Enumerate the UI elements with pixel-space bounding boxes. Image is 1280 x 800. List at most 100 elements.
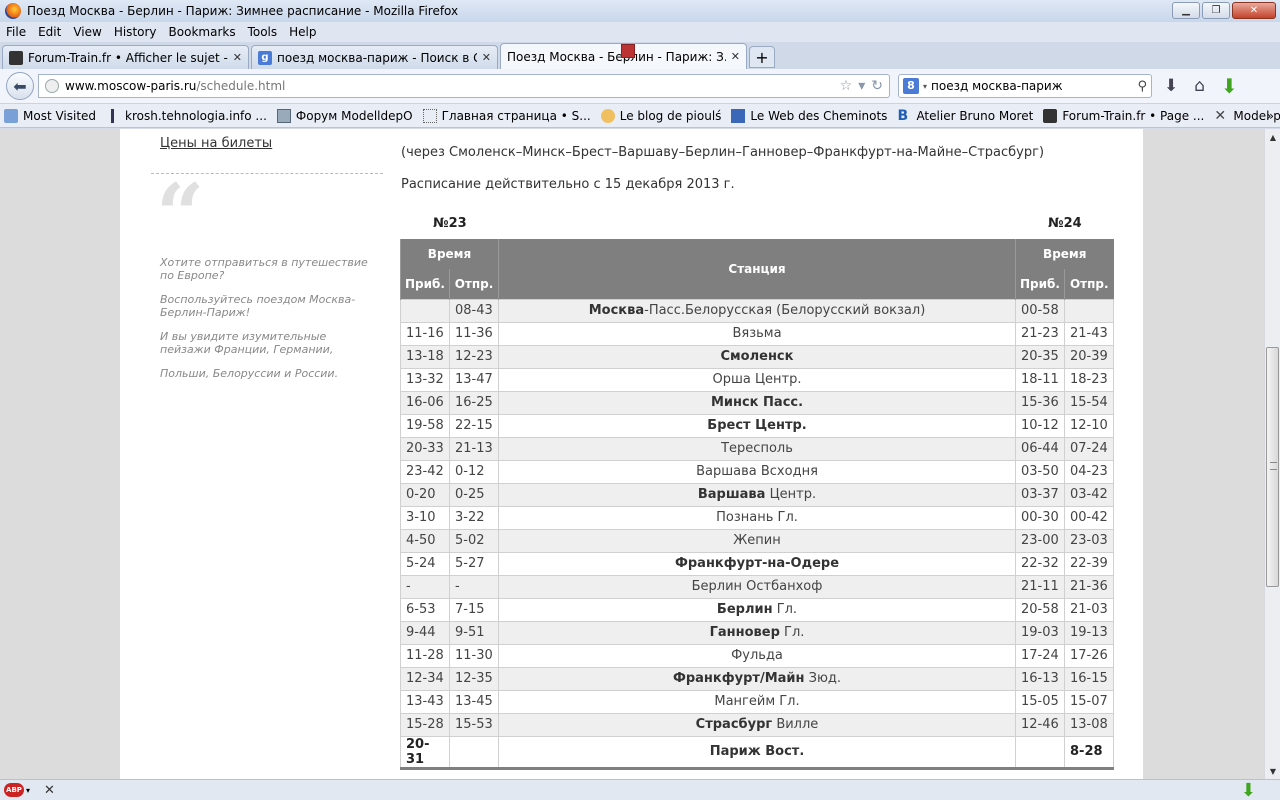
departure-23-cell: 15-53 bbox=[449, 712, 499, 737]
vertical-scrollbar[interactable]: ▲ ▼ bbox=[1264, 129, 1280, 779]
url-text[interactable]: www.moscow-paris.ru/schedule.html bbox=[65, 79, 834, 93]
scroll-up-icon[interactable]: ▲ bbox=[1265, 129, 1280, 145]
tab-close-icon[interactable]: ✕ bbox=[233, 51, 242, 64]
page-viewport: Цены на билеты “ Хотите отправиться в пу… bbox=[0, 129, 1264, 779]
minimize-button[interactable]: ▁ bbox=[1172, 2, 1200, 19]
ticket-prices-link[interactable]: Цены на билеты bbox=[160, 136, 272, 151]
departure-23-cell: 7-15 bbox=[449, 597, 499, 622]
departure-24-cell: 15-54 bbox=[1064, 390, 1114, 415]
bookmark-modelldepo[interactable]: Форум ModelldepO bbox=[276, 108, 413, 123]
station-cell: Франкфурт-на-Одере bbox=[498, 551, 1016, 576]
reload-icon[interactable]: ↻ bbox=[871, 78, 883, 94]
station-name-bold: Варшава bbox=[697, 487, 766, 502]
bookmark-label: Форум ModelldepO bbox=[295, 108, 413, 123]
sidebar-text-3: И вы увидите изумительные пейзажи Франци… bbox=[160, 330, 334, 356]
close-window-button[interactable]: ✕ bbox=[1232, 2, 1276, 19]
grip-icon bbox=[1270, 462, 1277, 470]
menu-edit[interactable]: Edit bbox=[38, 25, 61, 39]
bookmark-label: Atelier Bruno Moret bbox=[916, 108, 1034, 123]
departure-23-cell: 13-47 bbox=[449, 367, 499, 392]
table-row: 15-28 15-53 Страсбург Вилле 12-46 13-08 bbox=[400, 712, 1114, 737]
bookmarks-overflow-button[interactable]: » bbox=[1267, 109, 1274, 123]
table-row: 4-50 5-02 Жепин 23-00 23-03 bbox=[400, 528, 1114, 553]
tab-label: Forum-Train.fr • Afficher le sujet - co.… bbox=[28, 50, 228, 65]
table-row: 16-06 16-25 Минск Пасс. 15-36 15-54 bbox=[400, 390, 1114, 415]
addon-download-icon[interactable]: ⬇ bbox=[1241, 780, 1256, 800]
search-engine-icon[interactable]: 8 bbox=[903, 78, 919, 94]
table-row: 23-42 0-12 Варшава Всходня 03-50 04-23 bbox=[400, 459, 1114, 484]
chevron-down-icon[interactable]: ▾ bbox=[858, 78, 865, 94]
bookmark-label: Most Visited bbox=[23, 108, 97, 123]
departure-24-cell: 13-08 bbox=[1064, 712, 1114, 737]
station-name: Фульда bbox=[731, 648, 783, 663]
back-button[interactable]: ⬅ bbox=[6, 72, 34, 100]
tab-google-search[interactable]: g поезд москва-париж - Поиск в Goo... ✕ bbox=[251, 45, 498, 69]
tab-close-icon[interactable]: ✕ bbox=[482, 51, 491, 64]
url-path: /schedule.html bbox=[196, 79, 286, 93]
train-icon bbox=[9, 50, 23, 65]
train-number-23: №23 bbox=[433, 216, 467, 231]
download-icon[interactable]: ⬇ bbox=[1164, 76, 1178, 96]
addon-download-icon[interactable]: ⬇ bbox=[1221, 74, 1238, 98]
search-input[interactable]: поезд москва-париж bbox=[931, 79, 1137, 93]
bookmark-pioul[interactable]: Le blog de pioulś bbox=[600, 108, 721, 123]
tab-schedule[interactable]: Поезд Москва - Берлин - Париж: З... ✕ bbox=[500, 43, 747, 69]
navigation-bar: ⬅ www.moscow-paris.ru/schedule.html ☆ ▾ … bbox=[0, 69, 1280, 104]
table-row: 20-33 21-13 Тересполь 06-44 07-24 bbox=[400, 436, 1114, 461]
url-host: www.moscow-paris.ru bbox=[65, 79, 197, 93]
most-visited-icon bbox=[4, 108, 18, 123]
url-bar[interactable]: www.moscow-paris.ru/schedule.html ☆ ▾ ↻ bbox=[38, 74, 890, 98]
bookmark-most-visited[interactable]: Most Visited bbox=[4, 108, 97, 123]
chevron-down-icon[interactable]: ▾ bbox=[26, 786, 30, 795]
table-row: 5-24 5-27 Франкфурт-на-Одере 22-32 22-39 bbox=[400, 551, 1114, 576]
menu-tools[interactable]: Tools bbox=[248, 25, 278, 39]
arrival-23-cell: 9-44 bbox=[400, 620, 450, 645]
arrival-24-cell: 00-30 bbox=[1015, 505, 1065, 530]
menu-bar: File Edit View History Bookmarks Tools H… bbox=[0, 22, 1280, 42]
bookmark-main-page[interactable]: Главная страница • S... bbox=[422, 108, 591, 123]
adblock-icon[interactable]: ABP bbox=[4, 783, 24, 797]
bookmark-cheminots[interactable]: Le Web des Cheminots bbox=[731, 108, 887, 123]
bookmark-krosh[interactable]: krosh.tehnologia.info ... bbox=[106, 108, 267, 123]
title-bar: Поезд Москва - Берлин - Париж: Зимнее ра… bbox=[0, 0, 1280, 22]
bookmark-bruno-moret[interactable]: B Atelier Bruno Moret bbox=[897, 109, 1033, 123]
station-name-bold: Берлин bbox=[716, 602, 773, 617]
departure-23-cell: 0-12 bbox=[449, 459, 499, 484]
search-bar[interactable]: 8 ▾ поезд москва-париж ⚲ bbox=[898, 74, 1152, 98]
menu-history[interactable]: History bbox=[114, 25, 157, 39]
chevron-down-icon[interactable]: ▾ bbox=[923, 82, 927, 91]
tab-forum-train[interactable]: Forum-Train.fr • Afficher le sujet - co.… bbox=[2, 45, 249, 69]
departure-24-cell: 12-10 bbox=[1064, 413, 1114, 438]
bookmark-forum-train[interactable]: Forum-Train.fr • Page ... bbox=[1043, 108, 1204, 123]
menu-file[interactable]: File bbox=[6, 25, 26, 39]
station-cell: Жепин bbox=[498, 528, 1016, 553]
station-cell: Франкфурт/Майн Зюд. bbox=[498, 666, 1016, 691]
departure-23-cell: 16-25 bbox=[449, 390, 499, 415]
new-tab-button[interactable]: + bbox=[749, 46, 775, 68]
station-cell: Минск Пасс. bbox=[498, 390, 1016, 415]
station-cell: Вязьма bbox=[498, 321, 1016, 346]
station-name: Жепин bbox=[733, 533, 781, 548]
departure-24-cell: 16-15 bbox=[1064, 666, 1114, 691]
close-icon[interactable]: ✕ bbox=[44, 783, 55, 798]
departure-23-cell bbox=[449, 735, 499, 770]
station-name-bold: Франкфурт-на-Одере bbox=[674, 556, 840, 571]
station-cell: Страсбург Вилле bbox=[498, 712, 1016, 737]
maximize-button[interactable]: ❐ bbox=[1202, 2, 1230, 19]
arrival-23-cell: 13-43 bbox=[400, 689, 450, 714]
arrival-23-cell: 13-18 bbox=[400, 344, 450, 369]
arrival-24-cell: 20-35 bbox=[1015, 344, 1065, 369]
arrival-23-cell: 12-34 bbox=[400, 666, 450, 691]
star-icon[interactable]: ☆ bbox=[840, 78, 853, 94]
scrollbar-thumb[interactable] bbox=[1266, 347, 1279, 587]
departure-24-cell: 19-13 bbox=[1064, 620, 1114, 645]
departure-23-cell: 13-45 bbox=[449, 689, 499, 714]
menu-help[interactable]: Help bbox=[289, 25, 316, 39]
menu-view[interactable]: View bbox=[73, 25, 101, 39]
arrival-24-cell: 20-58 bbox=[1015, 597, 1065, 622]
tab-close-icon[interactable]: ✕ bbox=[731, 50, 740, 63]
home-icon[interactable]: ⌂ bbox=[1194, 76, 1205, 96]
search-icon[interactable]: ⚲ bbox=[1137, 79, 1147, 94]
scroll-down-icon[interactable]: ▼ bbox=[1265, 763, 1280, 779]
menu-bookmarks[interactable]: Bookmarks bbox=[169, 25, 236, 39]
